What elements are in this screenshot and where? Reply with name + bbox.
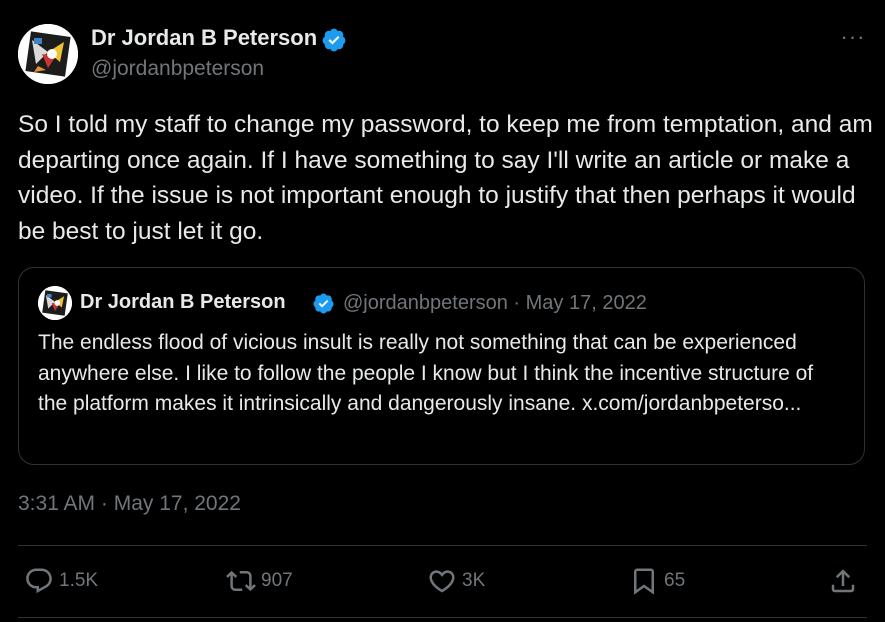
bookmark-button[interactable]: 65 — [629, 565, 685, 597]
divider — [18, 545, 867, 546]
reply-icon — [24, 566, 54, 596]
quote-verified-badge-icon — [312, 292, 335, 315]
author-name[interactable]: Dr Jordan B Peterson — [91, 25, 317, 51]
author-avatar[interactable] — [18, 24, 78, 84]
tweet-timestamp[interactable]: 3:31 AM · May 17, 2022 — [18, 492, 241, 516]
quote-author-avatar — [38, 286, 72, 320]
share-button[interactable] — [828, 565, 858, 597]
verified-badge-icon — [321, 27, 347, 53]
more-options-icon[interactable]: ··· — [838, 22, 868, 52]
quoted-tweet[interactable]: Dr Jordan B Peterson @jordanbpeterson · … — [18, 267, 865, 465]
bookmark-icon — [629, 566, 659, 596]
tweet: Dr Jordan B Peterson @jordanbpeterson ··… — [0, 0, 885, 622]
retweet-count: 907 — [261, 570, 293, 591]
bookmark-count: 65 — [664, 570, 686, 591]
reply-count: 1.5K — [59, 570, 99, 591]
retweet-icon — [226, 566, 256, 596]
quote-text: The endless flood of vicious insult is r… — [38, 331, 814, 415]
author-handle[interactable]: @jordanbpeterson — [91, 57, 264, 81]
heart-icon — [427, 566, 457, 596]
reply-button[interactable]: 1.5K — [24, 565, 98, 597]
retweet-button[interactable]: 907 — [226, 565, 293, 597]
quote-author-name: Dr Jordan B Peterson — [80, 291, 286, 313]
like-count: 3K — [462, 570, 486, 591]
share-icon — [828, 566, 858, 596]
divider — [18, 617, 867, 618]
quote-handle-date: @jordanbpeterson · May 17, 2022 — [343, 292, 647, 314]
tweet-text: So I told my staff to change my password… — [18, 111, 873, 245]
like-button[interactable]: 3K — [427, 565, 485, 597]
